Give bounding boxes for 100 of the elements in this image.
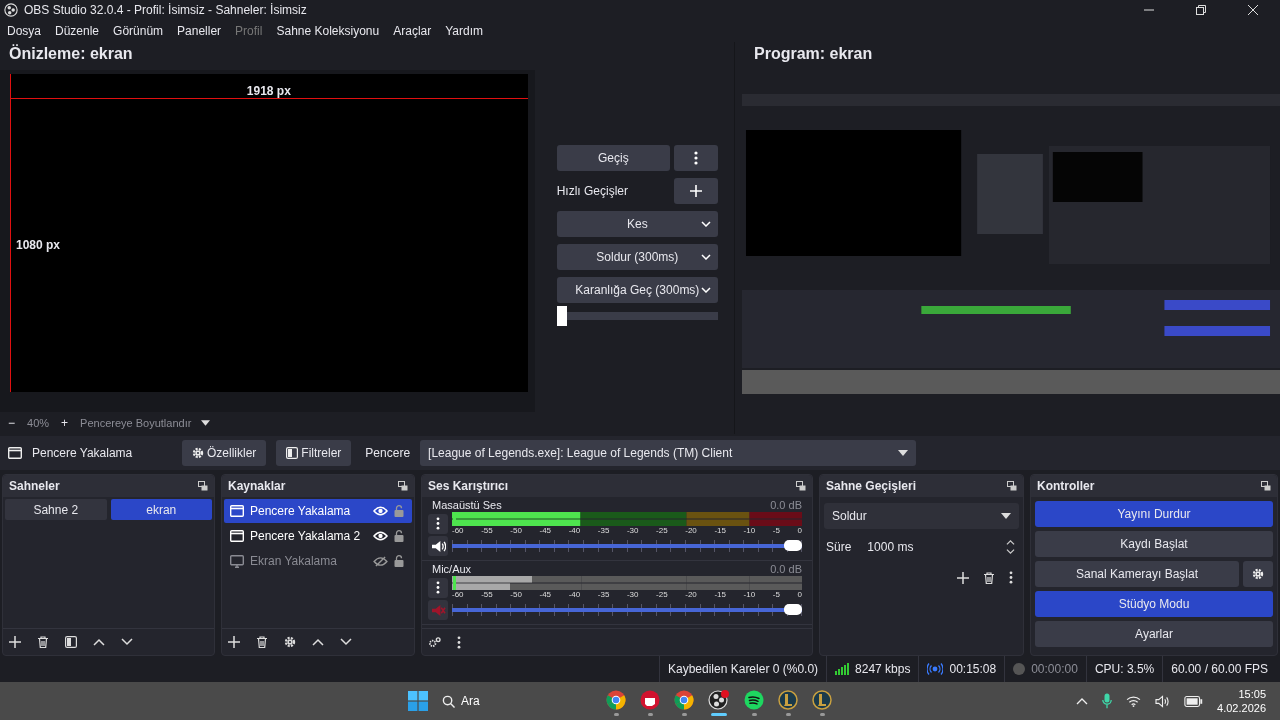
scale-label: -45	[539, 590, 552, 599]
mute-button[interactable]	[428, 536, 448, 556]
scale-label: -20	[685, 590, 697, 599]
slider-thumb[interactable]	[556, 306, 567, 326]
scale-label: -10	[743, 526, 756, 535]
trash-icon[interactable]	[256, 636, 268, 648]
lock-icon[interactable]	[394, 505, 404, 517]
scale-label: -50	[510, 526, 522, 535]
move-up-icon[interactable]	[312, 638, 324, 646]
volume-slider[interactable]	[452, 540, 802, 552]
signal-icon	[835, 663, 850, 675]
taskbar-search[interactable]: Ara	[442, 694, 592, 708]
properties-button[interactable]: Özellikler	[182, 440, 267, 466]
control-button[interactable]: Kaydı Başlat	[1035, 531, 1273, 557]
filters-button[interactable]: Filtreler	[276, 440, 352, 466]
speaker-icon[interactable]	[1155, 694, 1171, 708]
gear-icon[interactable]	[284, 636, 296, 648]
obs-app-icon	[708, 690, 730, 710]
caret-icon	[1001, 513, 1011, 519]
control-button[interactable]: Stüdyo Modu	[1035, 591, 1273, 617]
undock-icon[interactable]	[398, 481, 408, 491]
spin-arrows-icon	[1006, 539, 1015, 555]
scale-label: -10	[743, 590, 756, 599]
wifi-icon[interactable]	[1126, 695, 1142, 707]
quick-transition-button[interactable]: Kes	[556, 211, 718, 237]
menu-item[interactable]: Paneller	[177, 24, 222, 38]
source-item[interactable]: Pencere Yakalama 2	[224, 524, 412, 548]
gears-icon[interactable]	[428, 636, 441, 648]
scale-label: 0	[797, 526, 802, 535]
volume-slider[interactable]	[452, 604, 802, 616]
window-dropdown[interactable]: [League of Legends.exe]: League of Legends (TM) Client	[420, 440, 917, 466]
windows-start-icon[interactable]	[408, 691, 428, 711]
add-button[interactable]	[674, 178, 718, 204]
channel-name: Mic/Aux	[432, 563, 472, 575]
slider-thumb[interactable]	[784, 604, 802, 615]
quick-transition-button[interactable]: Karanlığa Geç (300ms)	[556, 277, 718, 303]
control-button[interactable]: Yayını Durdur	[1035, 501, 1273, 527]
speaker-muted-icon	[430, 603, 446, 617]
scale-label: -35	[597, 590, 610, 599]
undock-icon[interactable]	[1261, 481, 1271, 491]
quick-transition-button[interactable]: Soldur (300ms)	[556, 244, 718, 270]
control-button[interactable]: Ayarlar	[1035, 621, 1273, 647]
eye-hidden-icon[interactable]	[373, 555, 388, 567]
window-label: Pencere	[365, 446, 411, 460]
menu-item[interactable]: Dosya	[7, 24, 41, 38]
menu-item[interactable]: Yardım	[445, 24, 483, 38]
add-icon[interactable]	[957, 571, 969, 584]
source-item[interactable]: Pencere Yakalama	[224, 499, 412, 523]
lock-icon[interactable]	[394, 555, 404, 567]
undock-icon[interactable]	[796, 481, 806, 491]
more-button[interactable]	[674, 145, 718, 171]
eye-icon[interactable]	[373, 506, 388, 516]
menu-item[interactable]: Görünüm	[113, 24, 164, 38]
maximize-icon[interactable]	[1196, 5, 1206, 15]
panel-title: Kaynaklar	[228, 479, 286, 493]
move-up-icon[interactable]	[93, 638, 105, 646]
height-label: 1080 px	[16, 238, 61, 252]
gear-icon	[192, 447, 204, 459]
source-item[interactable]: Ekran Yakalama	[224, 549, 412, 573]
close-icon[interactable]	[1248, 5, 1258, 15]
window-icon	[230, 530, 244, 542]
control-button[interactable]: Sanal Kamerayı Başlat	[1035, 561, 1239, 587]
menu-item[interactable]: Düzenle	[55, 24, 100, 38]
bitrate: 8247 kbps	[855, 662, 911, 676]
trash-icon[interactable]	[983, 571, 995, 584]
scene-tile[interactable]: Sahne 2	[5, 499, 107, 520]
settings-button[interactable]	[1243, 561, 1273, 587]
fit-dropdown-label[interactable]: Pencereye Boyutlandır	[80, 417, 192, 429]
scale-label: -55	[481, 526, 493, 535]
clock[interactable]: 15:05 4.02.2026	[1217, 686, 1266, 716]
more-icon[interactable]	[1009, 571, 1013, 584]
eye-icon[interactable]	[373, 531, 388, 541]
chevron-up-icon[interactable]	[1076, 697, 1089, 705]
filter-icon[interactable]	[65, 636, 77, 648]
undock-icon[interactable]	[1007, 481, 1017, 491]
microphone-icon[interactable]	[1102, 693, 1113, 709]
more-icon[interactable]	[457, 635, 461, 649]
move-down-icon[interactable]	[121, 638, 133, 646]
slider-thumb[interactable]	[784, 540, 802, 551]
channel-name: Masaüstü Ses	[432, 499, 502, 511]
scene-tile[interactable]: ekran	[110, 499, 212, 520]
scale-label: -20	[685, 526, 697, 535]
zoom-out-button[interactable]: −	[6, 416, 17, 430]
add-icon[interactable]	[9, 636, 21, 648]
caret-icon	[898, 450, 909, 456]
transition-dropdown[interactable]: Soldur	[824, 503, 1019, 529]
chevron-icon	[701, 287, 711, 293]
transition-button[interactable]: Geçiş	[556, 145, 670, 171]
battery-icon[interactable]	[1184, 695, 1204, 707]
zoom-in-button[interactable]: +	[59, 416, 71, 430]
trash-icon[interactable]	[37, 636, 49, 648]
lock-icon[interactable]	[394, 530, 404, 542]
move-down-icon[interactable]	[340, 638, 352, 646]
menu-item[interactable]: Sahne Koleksiyonu	[276, 24, 380, 38]
channel-menu-button[interactable]	[428, 513, 448, 534]
undock-icon[interactable]	[198, 481, 208, 491]
add-icon[interactable]	[228, 636, 240, 648]
caret-icon[interactable]	[201, 420, 211, 426]
channel-menu-button[interactable]	[428, 577, 448, 598]
menu-item[interactable]: Araçlar	[393, 24, 432, 38]
